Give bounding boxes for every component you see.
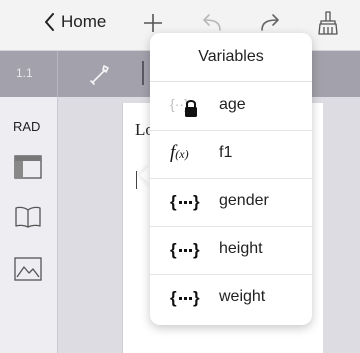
svg-text:}: } (193, 192, 200, 211)
chevron-left-icon (45, 13, 54, 31)
variable-item-gender[interactable]: { } gender (150, 178, 312, 227)
book-icon[interactable] (14, 205, 42, 229)
variable-name: weight (219, 288, 266, 305)
redo-icon[interactable] (258, 12, 282, 34)
variables-popover: Variables {··} age f(x) f1 { } gender { … (150, 33, 312, 325)
variable-item-weight[interactable]: { } weight (150, 274, 312, 322)
toolbar-divider (57, 51, 58, 97)
gallery-icon[interactable] (14, 257, 42, 281)
locked-variable-icon: {··} (170, 96, 197, 117)
angle-mode-label[interactable]: RAD (13, 119, 40, 134)
variable-item-age[interactable]: {··} age (150, 82, 312, 131)
svg-text:{: { (170, 192, 177, 211)
brush-icon[interactable] (316, 10, 340, 36)
wrench-icon[interactable] (88, 62, 112, 86)
variable-braces-icon: { } (170, 288, 200, 307)
svg-text:{: { (170, 240, 177, 259)
undo-icon[interactable] (200, 12, 224, 34)
variable-name: age (219, 96, 246, 113)
partial-tool-icon (142, 61, 144, 85)
page-number[interactable]: 1.1 (16, 66, 33, 80)
variable-name: f1 (219, 144, 233, 161)
left-sidebar: RAD (0, 97, 58, 353)
variable-braces-icon: { } (170, 240, 200, 259)
svg-text:}: } (193, 288, 200, 307)
variable-braces-icon: { } (170, 192, 200, 211)
add-icon[interactable] (142, 12, 164, 34)
variable-item-height[interactable]: { } height (150, 226, 312, 275)
back-button[interactable]: Home (44, 12, 106, 32)
svg-text:}: } (193, 240, 200, 259)
popover-title: Variables (150, 33, 312, 82)
page-layout-icon[interactable] (14, 155, 42, 179)
variable-name: height (219, 240, 263, 257)
text-cursor (136, 171, 137, 189)
svg-text:{: { (170, 288, 177, 307)
function-icon: f(x) (170, 142, 189, 163)
variable-name: gender (219, 192, 269, 209)
variable-item-f1[interactable]: f(x) f1 (150, 130, 312, 179)
back-button-label: Home (61, 12, 107, 31)
